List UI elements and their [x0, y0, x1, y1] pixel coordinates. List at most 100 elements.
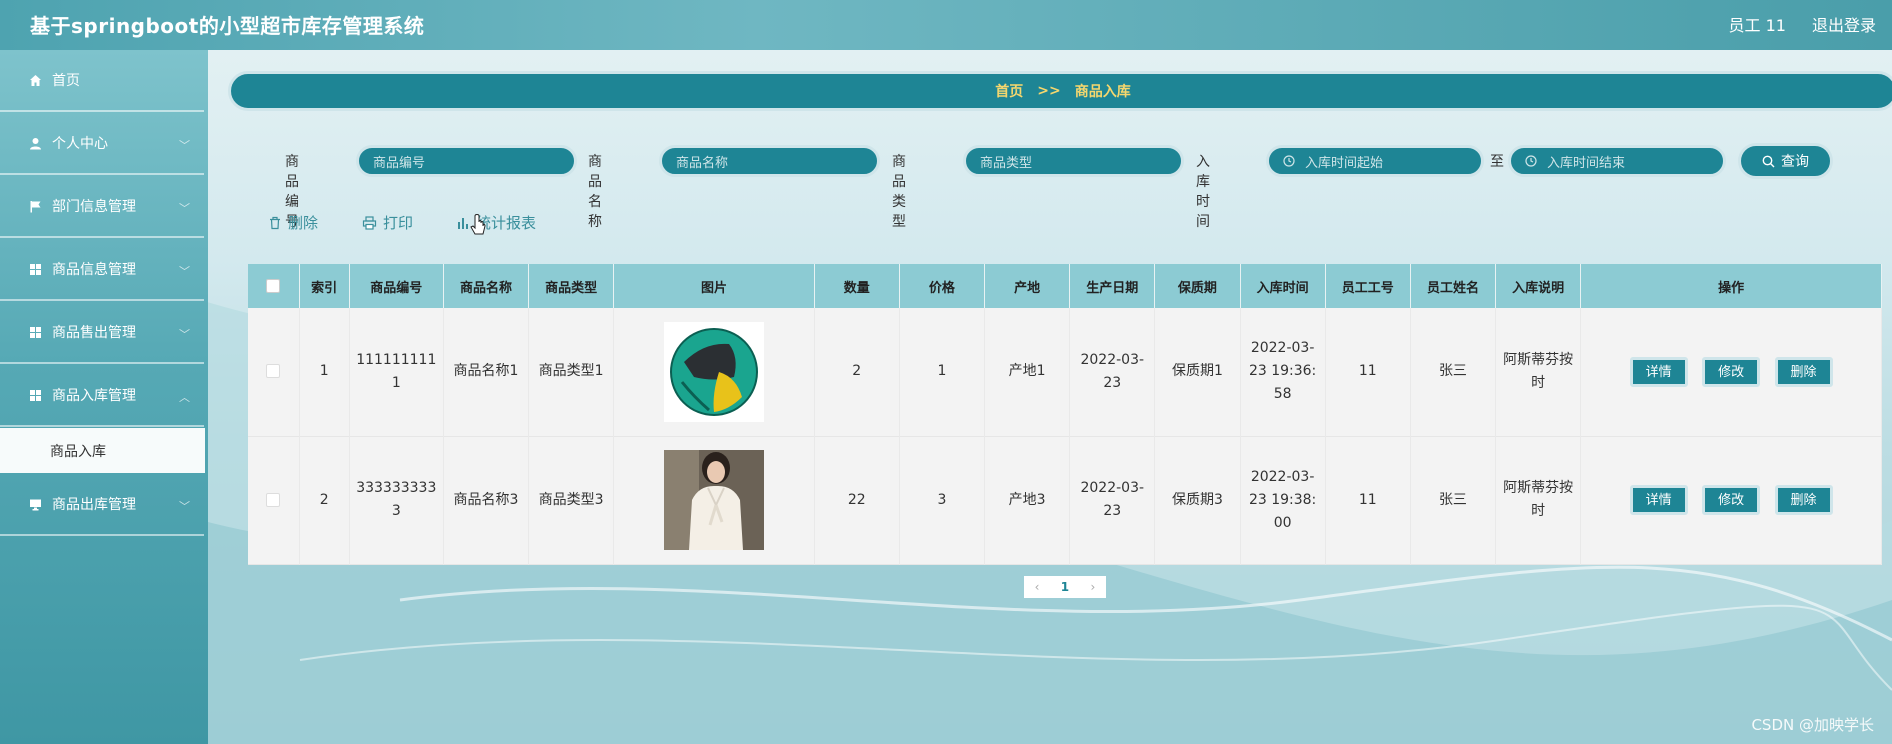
cell-origin: 产地1 — [984, 308, 1071, 436]
mouse-cursor-icon — [470, 214, 488, 242]
row-delete-button[interactable]: 删除 — [1774, 356, 1833, 387]
col-header: 操作 — [1580, 264, 1882, 308]
logout-button[interactable]: 退出登录 — [1812, 12, 1876, 36]
prev-page-button[interactable]: ‹ — [1035, 580, 1040, 594]
query-button[interactable]: 查询 — [1738, 143, 1833, 179]
cell-shelf-life: 保质期3 — [1154, 436, 1241, 564]
col-header: 商品名称 — [443, 264, 530, 308]
detail-button[interactable]: 详情 — [1629, 356, 1688, 387]
date-to-placeholder: 入库时间结束 — [1547, 155, 1626, 171]
user-icon — [28, 136, 42, 150]
stock-in-table: 索引 商品编号 商品名称 商品类型 图片 数量 价格 产地 生产日期 保质期 入… — [248, 264, 1882, 564]
next-page-button[interactable]: › — [1090, 580, 1095, 594]
sidebar-item-home[interactable]: 首页 — [0, 50, 204, 112]
sidebar-item-label: 首页 — [52, 73, 80, 89]
sidebar-item-label: 商品信息管理 — [52, 262, 136, 278]
date-to-input[interactable]: 入库时间结束 — [1508, 145, 1726, 177]
cell-code: 3333333333 — [349, 436, 444, 564]
cell-production-date: 2022-03-23 — [1069, 308, 1156, 436]
report-button[interactable]: 统计报表 — [456, 212, 536, 233]
sidebar-subitem-stock-in[interactable]: 商品入库 — [0, 428, 205, 473]
col-header: 入库说明 — [1495, 264, 1582, 308]
current-page[interactable]: 1 — [1061, 580, 1069, 594]
breadcrumb-home[interactable]: 首页 — [995, 81, 1023, 101]
printer-icon — [362, 215, 377, 230]
grid-icon — [28, 388, 42, 402]
row-delete-button[interactable]: 删除 — [1774, 485, 1833, 515]
user-label[interactable]: 员工 11 — [1729, 12, 1786, 36]
col-header: 索引 — [299, 264, 350, 308]
cell-employee-name: 张三 — [1410, 436, 1497, 564]
row-checkbox[interactable] — [248, 308, 300, 436]
label-product-name: 商品名称 — [588, 154, 602, 230]
col-header: 产地 — [984, 264, 1071, 308]
sidebar-item-product-info[interactable]: 商品信息管理 ﹀ — [0, 239, 204, 301]
breadcrumb: 首页 >> 商品入库 — [228, 71, 1892, 111]
date-range-separator: 至 — [1490, 154, 1504, 170]
product-code-input[interactable]: 商品编号 — [356, 145, 577, 177]
product-name-input[interactable]: 商品名称 — [659, 145, 880, 177]
delete-label: 删除 — [288, 214, 319, 232]
grid-icon — [28, 262, 42, 276]
col-header: 保质期 — [1154, 264, 1241, 308]
sidebar-item-product-sales[interactable]: 商品售出管理 ﹀ — [0, 302, 204, 364]
col-header: 商品类型 — [528, 264, 615, 308]
cell-employee-name: 张三 — [1410, 308, 1497, 436]
print-label: 打印 — [383, 214, 414, 232]
monitor-icon — [28, 497, 42, 511]
detail-button[interactable]: 详情 — [1629, 485, 1688, 515]
date-from-input[interactable]: 入库时间起始 — [1266, 145, 1484, 177]
sidebar-item-label: 个人中心 — [52, 136, 108, 152]
chevron-up-icon: ︿ — [179, 391, 190, 404]
col-header: 员工姓名 — [1410, 264, 1497, 308]
cell-price: 1 — [899, 308, 986, 436]
search-icon — [1762, 155, 1775, 167]
cell-origin: 产地3 — [984, 436, 1071, 564]
top-bar: 基于springboot的小型超市库存管理系统 员工 11 退出登录 — [0, 0, 1892, 50]
trash-icon — [270, 216, 280, 229]
chevron-down-icon: ﹀ — [179, 265, 190, 278]
cell-stock-in-time: 2022-03-23 19:36:58 — [1240, 308, 1326, 436]
cell-price: 3 — [899, 436, 986, 564]
sidebar-item-stock-in[interactable]: 商品入库管理 ︿ — [0, 365, 204, 427]
cell-index: 2 — [299, 436, 350, 564]
col-header: 员工工号 — [1325, 264, 1411, 308]
cell-code: 1111111111 — [349, 308, 444, 436]
soccer-ball-image — [663, 321, 764, 422]
home-icon — [28, 73, 42, 87]
watermark: CSDN @加映学长 — [1751, 716, 1874, 734]
sidebar-item-department[interactable]: 部门信息管理 ﹀ — [0, 176, 204, 238]
cell-ops: 详情 修改 删除 — [1580, 436, 1882, 564]
white-blouse-image — [663, 450, 764, 550]
grid-icon — [28, 325, 42, 339]
cell-image — [613, 436, 815, 564]
sidebar-item-stock-out[interactable]: 商品出库管理 ﹀ — [0, 474, 204, 536]
select-all-checkbox[interactable] — [248, 264, 300, 308]
sidebar: 首页 个人中心 ﹀ 部门信息管理 ﹀ 商品信息管理 ﹀ 商品售出管理 ﹀ 商品入… — [0, 50, 208, 744]
cell-name: 商品名称3 — [443, 436, 530, 564]
cell-stock-in-time: 2022-03-23 19:38:00 — [1240, 436, 1326, 564]
col-header: 图片 — [613, 264, 815, 308]
edit-button[interactable]: 修改 — [1702, 485, 1761, 515]
sidebar-item-personal-center[interactable]: 个人中心 ﹀ — [0, 113, 204, 175]
edit-button[interactable]: 修改 — [1702, 356, 1761, 387]
table-header-row: 索引 商品编号 商品名称 商品类型 图片 数量 价格 产地 生产日期 保质期 入… — [248, 264, 1882, 308]
cell-name: 商品名称1 — [443, 308, 530, 436]
table-row: 2 3333333333 商品名称3 商品类型3 22 3 产地3 2022-0… — [248, 436, 1882, 564]
query-label: 查询 — [1781, 154, 1809, 170]
chevron-down-icon: ﹀ — [179, 139, 190, 152]
sidebar-item-label: 商品出库管理 — [52, 497, 136, 513]
print-button[interactable]: 打印 — [362, 212, 413, 233]
cell-ops: 详情 修改 删除 — [1580, 308, 1882, 436]
app-title: 基于springboot的小型超市库存管理系统 — [30, 14, 425, 38]
sidebar-item-label: 商品入库管理 — [52, 388, 136, 404]
chevron-down-icon: ﹀ — [179, 500, 190, 513]
cell-employee-no: 11 — [1325, 436, 1411, 564]
cell-type: 商品类型3 — [528, 436, 615, 564]
delete-button[interactable]: 删除 — [268, 212, 318, 233]
product-type-input[interactable]: 商品类型 — [963, 145, 1184, 177]
chevron-down-icon: ﹀ — [179, 328, 190, 341]
date-from-placeholder: 入库时间起始 — [1305, 155, 1384, 171]
row-checkbox[interactable] — [248, 436, 300, 564]
col-header: 生产日期 — [1069, 264, 1156, 308]
